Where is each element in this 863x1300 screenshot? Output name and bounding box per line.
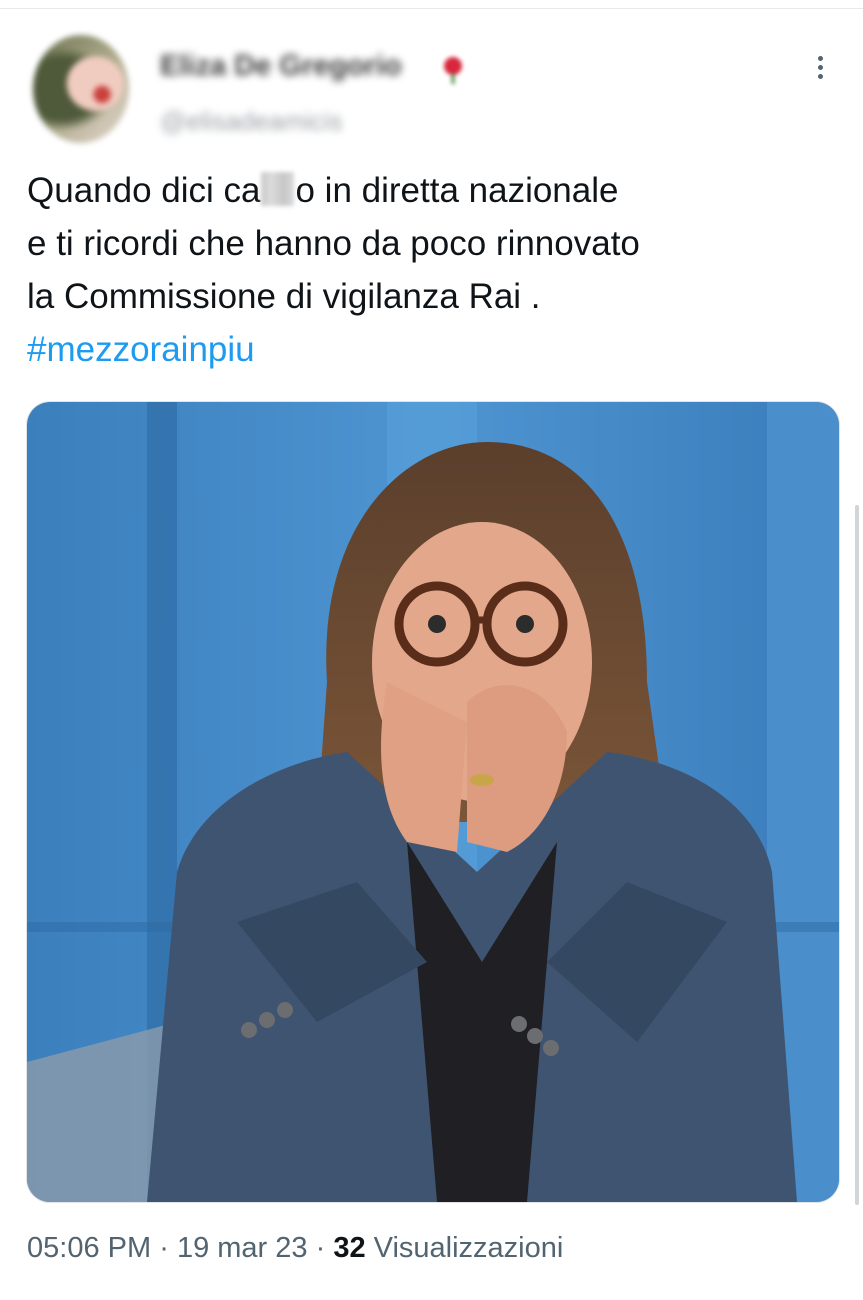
tweet-date[interactable]: 19 mar 23 [177,1232,308,1264]
meta-separator: · [159,1232,169,1264]
more-vertical-icon[interactable] [806,52,834,86]
views-label[interactable]: Visualizzazioni [374,1232,564,1264]
tweet-time[interactable]: 05:06 PM [27,1232,151,1264]
censor-blur [261,172,295,206]
tweet-meta: 05:06 PM · 19 mar 23 · 32 Visualizzazion… [27,1232,563,1265]
rose-emoji-icon [444,57,462,84]
avatar[interactable] [33,35,129,143]
tweet-line-1: Quando dici ca o in diretta nazionale [27,164,827,217]
author-display-name[interactable]: Eliza De Gregorio [160,50,402,83]
hashtag-link[interactable]: #mezzorainpiu [27,330,255,369]
tweet-line-1-start: Quando dici ca [27,171,261,210]
tweet-line-1-end: o in diretta nazionale [295,171,619,210]
meta-separator: · [315,1232,326,1264]
author-handle[interactable]: @elisadeamicis [160,106,342,137]
views-count[interactable]: 32 [333,1232,365,1264]
tweet-text: Quando dici ca o in diretta nazionale e t… [27,164,827,376]
top-divider [0,8,863,9]
tweet-line-3: la Commissione di vigilanza Rai . [27,277,541,316]
tweet-photo[interactable] [26,401,840,1203]
tweet-line-2: e ti ricordi che hanno da poco rinnovato [27,224,640,263]
scrollbar[interactable] [855,505,859,1205]
